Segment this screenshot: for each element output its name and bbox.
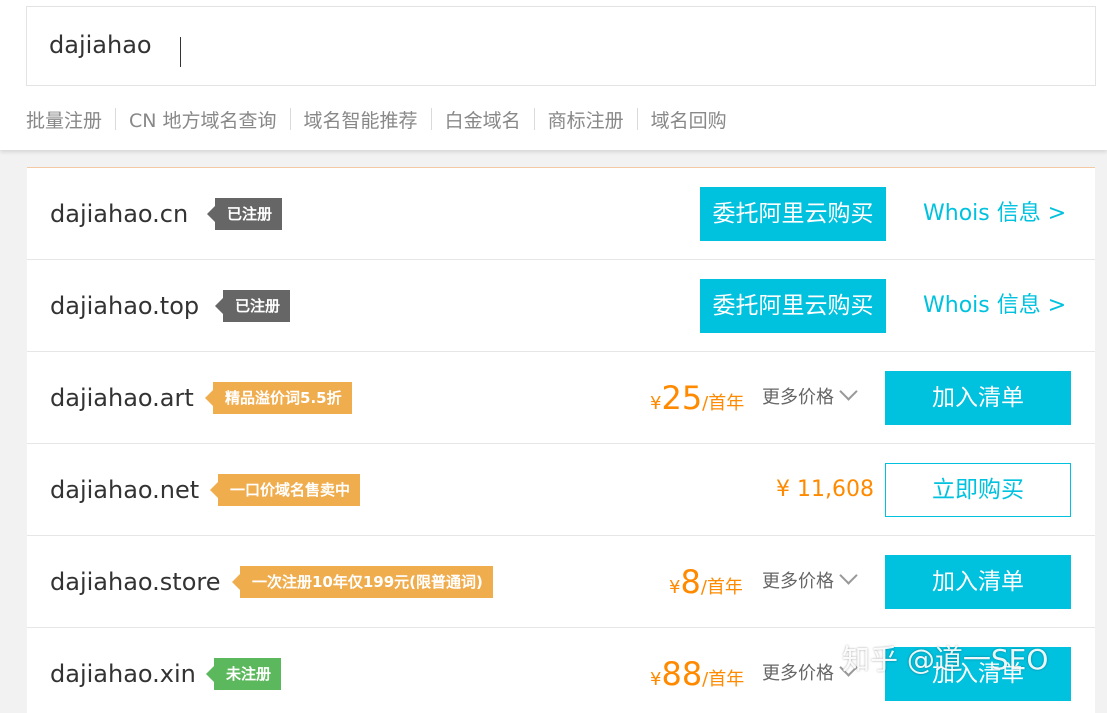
status-badge: 未注册 [205, 658, 282, 690]
result-row-store: dajiahao.store 一次注册10年仅199元(限普通词) ¥8/首年 … [27, 536, 1095, 628]
quick-link-domain-buyback[interactable]: 域名回购 [651, 106, 727, 133]
domain-name: dajiahao.xin [50, 660, 196, 688]
status-badge: 已注册 [214, 290, 291, 322]
search-panel: 批量注册 CN 地方域名查询 域名智能推荐 白金域名 商标注册 域名回购 [0, 0, 1107, 150]
divider [533, 108, 535, 130]
divider [289, 108, 291, 130]
price: ¥88/首年 [650, 655, 745, 693]
quick-link-smart-recommend[interactable]: 域名智能推荐 [304, 106, 418, 133]
domain-results-list: dajiahao.cn 已注册 委托阿里云购买 Whois 信息 > dajia… [27, 167, 1095, 713]
quick-link-platinum-domain[interactable]: 白金域名 [445, 106, 521, 133]
price: ¥25/首年 [650, 379, 745, 417]
chevron-down-icon [839, 382, 858, 401]
add-to-list-button[interactable]: 加入清单 [885, 555, 1071, 609]
divider [430, 108, 432, 130]
add-to-list-button[interactable]: 加入清单 [885, 371, 1071, 425]
result-row-art: dajiahao.art 精品溢价词5.5折 ¥25/首年 更多价格 加入清单 [27, 352, 1095, 444]
text-caret [180, 37, 181, 67]
result-row-net: dajiahao.net 一口价域名售卖中 ¥ 11,608 立即购买 [27, 444, 1095, 536]
result-row-cn: dajiahao.cn 已注册 委托阿里云购买 Whois 信息 > [27, 168, 1095, 260]
price: ¥8/首年 [669, 563, 743, 601]
result-row-top: dajiahao.top 已注册 委托阿里云购买 Whois 信息 > [27, 260, 1095, 352]
domain-name: dajiahao.store [50, 568, 221, 596]
search-input[interactable] [49, 23, 1049, 67]
domain-name: dajiahao.cn [50, 200, 189, 228]
whois-link[interactable]: Whois 信息 > [923, 168, 1066, 260]
price: ¥ 11,608 [776, 477, 874, 502]
divider [636, 108, 638, 130]
quick-link-trademark[interactable]: 商标注册 [548, 106, 624, 133]
chevron-down-icon [839, 566, 858, 585]
promo-badge: 精品溢价词5.5折 [205, 382, 352, 414]
watermark: 知乎 @道一SEO [842, 643, 1049, 676]
domain-name: dajiahao.art [50, 384, 194, 412]
quick-links-bar: 批量注册 CN 地方域名查询 域名智能推荐 白金域名 商标注册 域名回购 [26, 104, 727, 134]
promo-badge: 一口价域名售卖中 [209, 474, 361, 506]
quick-link-bulk-register[interactable]: 批量注册 [26, 106, 102, 133]
more-prices-toggle[interactable]: 更多价格 [762, 536, 858, 628]
quick-link-cn-local-domain[interactable]: CN 地方域名查询 [129, 106, 277, 133]
domain-name: dajiahao.net [50, 476, 200, 504]
promo-badge: 一次注册10年仅199元(限普通词) [232, 566, 493, 598]
search-box[interactable] [26, 6, 1096, 86]
broker-buy-button[interactable]: 委托阿里云购买 [700, 279, 886, 333]
domain-name: dajiahao.top [50, 292, 200, 320]
whois-link[interactable]: Whois 信息 > [923, 260, 1066, 352]
broker-buy-button[interactable]: 委托阿里云购买 [700, 187, 886, 241]
more-prices-toggle[interactable]: 更多价格 [762, 352, 858, 444]
status-badge: 已注册 [206, 198, 283, 230]
buy-now-button[interactable]: 立即购买 [885, 463, 1071, 517]
divider [115, 108, 117, 130]
